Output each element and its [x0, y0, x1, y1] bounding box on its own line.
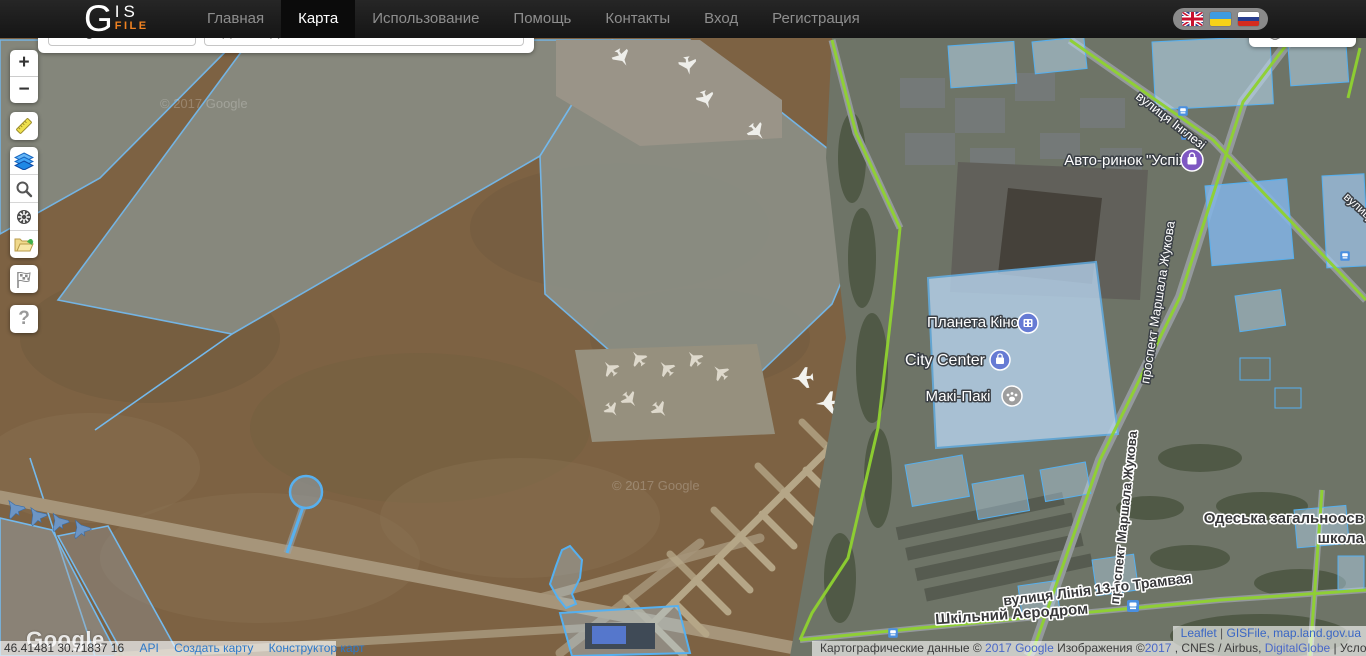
poi-label-school-1: Одеська загальноосв — [1204, 510, 1364, 527]
attribution-line1: Leaflet | GISFile, map.land.gov.ua — [1173, 626, 1366, 641]
blue-layers-icon — [14, 152, 34, 170]
coordinates-readout: 46.41481 30.71837 16 — [4, 641, 124, 655]
cinema-poi-icon[interactable] — [1018, 313, 1038, 333]
logo-g: G — [84, 1, 113, 37]
map-watermark: © 2017 Google — [612, 478, 700, 493]
footer-left-strip: 46.41481 30.71837 16 API Создать карту К… — [0, 641, 336, 656]
flag-uk-icon[interactable] — [1210, 12, 1231, 26]
poi-label-school-2: школа — [1318, 530, 1365, 547]
map-container: © 2017 Google © 2017 Google вулиця Інгле… — [0, 38, 1366, 656]
imagery-year-link[interactable]: 2017 — [1145, 641, 1172, 655]
aircraft-apron — [575, 344, 775, 442]
poi-label-planeta-kino: Планета Кіно — [927, 314, 1019, 331]
poi-label-avto-rynok: Авто-ринок "Успіх" — [1064, 152, 1191, 169]
attr-text: Изображения © — [1054, 641, 1145, 655]
attribution-separator: | — [1220, 626, 1223, 640]
nav-usage[interactable]: Использование — [355, 0, 496, 38]
mall-poi-icon[interactable] — [990, 350, 1010, 370]
map-watermark: © 2017 Google — [160, 96, 248, 111]
map-constructor-link[interactable]: Конструктор карт — [269, 641, 365, 655]
poi-label-maki-paki: Макі-Пакі — [926, 388, 991, 405]
leaflet-link[interactable]: Leaflet — [1181, 626, 1217, 640]
google-attr-link[interactable]: 2017 Google — [985, 641, 1054, 655]
zoom-out-button[interactable]: − — [10, 77, 38, 103]
zoom-control: + − — [10, 50, 38, 103]
pets-poi-icon[interactable] — [1002, 386, 1022, 406]
nav-login[interactable]: Вход — [687, 0, 755, 38]
nav-map[interactable]: Карта — [281, 0, 355, 38]
map-canvas[interactable]: © 2017 Google © 2017 Google вулиця Інгле… — [0, 38, 1366, 656]
nav-register[interactable]: Регистрация — [755, 0, 877, 38]
measure-button[interactable] — [10, 112, 38, 140]
tools-group — [10, 147, 38, 258]
create-map-link[interactable]: Создать карту — [174, 641, 253, 655]
gisfile-logo[interactable]: G IS FILE — [84, 1, 149, 37]
flag-en-icon[interactable] — [1182, 12, 1203, 26]
nav-help[interactable]: Помощь — [496, 0, 588, 38]
poi-label-city-center: City Center — [905, 352, 986, 369]
attr-text: , CNES / Airbus, — [1171, 641, 1264, 655]
zoom-in-button[interactable]: + — [10, 50, 38, 77]
logo-is: IS — [115, 4, 149, 20]
search-tool-button[interactable] — [10, 175, 38, 203]
main-nav: Главная Карта Использование Помощь Конта… — [190, 0, 877, 38]
api-link[interactable]: API — [139, 641, 158, 655]
terms-link[interactable]: Условия использования — [1340, 641, 1366, 655]
shopping-poi-icon[interactable] — [1181, 149, 1203, 171]
open-file-tool-button[interactable] — [10, 231, 38, 258]
attr-text: | — [1330, 641, 1340, 655]
finish-flag-button[interactable] — [10, 265, 38, 293]
ruler-icon — [14, 116, 34, 136]
locate-tool-button[interactable] — [10, 203, 38, 231]
gisfile-link[interactable]: GISFile, map.land.gov.ua — [1226, 626, 1361, 640]
help-button[interactable]: ? — [10, 305, 38, 333]
checkered-flag-icon — [15, 270, 33, 289]
search-icon — [15, 180, 33, 198]
question-mark-icon: ? — [18, 308, 30, 330]
top-navbar: G IS FILE Главная Карта Использование По… — [0, 0, 1366, 38]
nav-home[interactable]: Главная — [190, 0, 281, 38]
nav-contacts[interactable]: Контакты — [588, 0, 687, 38]
language-switcher — [1173, 8, 1268, 30]
attr-text: Картографические данные © — [820, 641, 985, 655]
flag-ru-icon[interactable] — [1238, 12, 1259, 26]
attribution-line2: Картографические данные © 2017 Google Из… — [812, 641, 1366, 656]
digitalglobe-link[interactable]: DigitalGlobe — [1265, 641, 1330, 655]
open-folder-icon — [14, 236, 34, 253]
logo-file: FILE — [115, 20, 149, 32]
layers-tool-button[interactable] — [10, 147, 38, 175]
crosshair-icon — [15, 208, 33, 226]
